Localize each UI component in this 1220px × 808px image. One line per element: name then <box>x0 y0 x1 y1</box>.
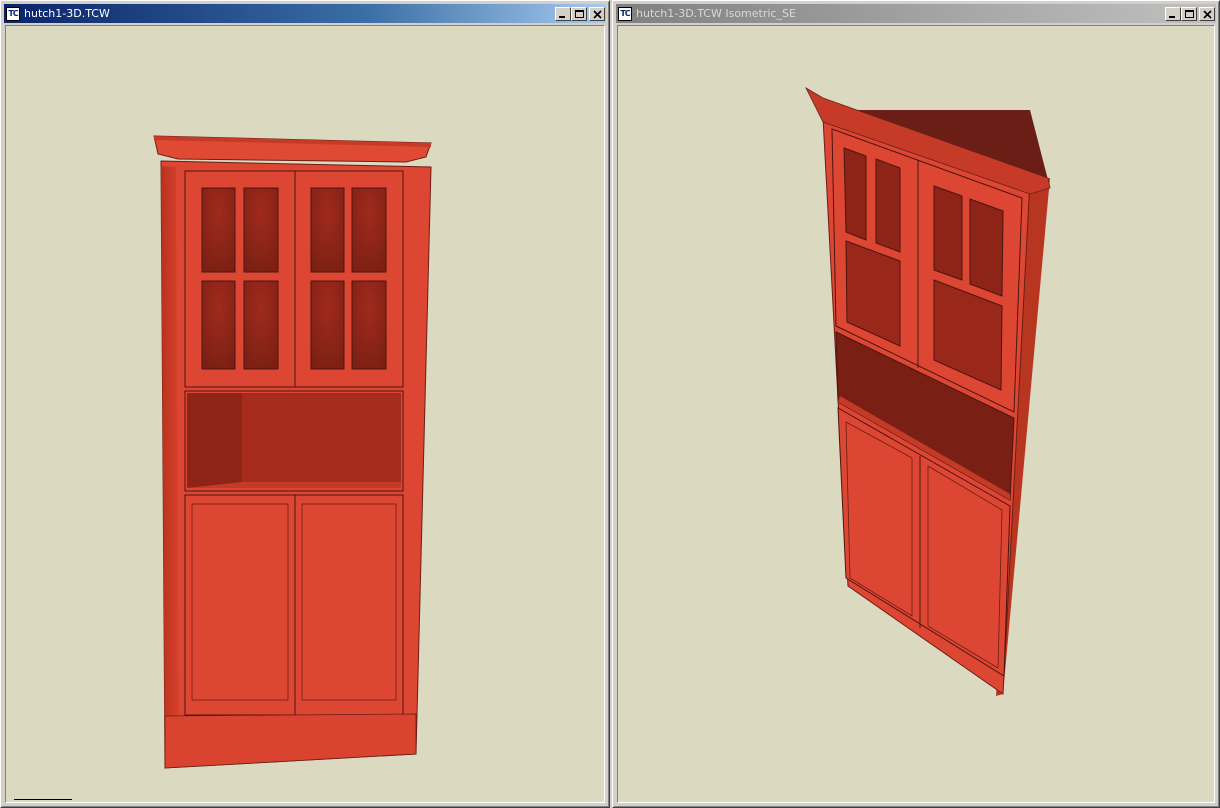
tc-app-icon[interactable]: TC <box>6 6 20 21</box>
maximize-icon <box>1185 9 1194 18</box>
window-title: hutch1-3D.TCW Isometric_SE <box>636 7 796 20</box>
hutch-front-render <box>153 135 432 769</box>
title-bar[interactable]: TC hutch1-3D.TCW Isometric_SE <box>616 4 1216 23</box>
minimize-icon <box>559 15 565 18</box>
minimize-button[interactable] <box>1165 6 1181 21</box>
maximize-button[interactable] <box>1181 6 1197 21</box>
maximize-icon <box>575 9 584 18</box>
minimize-button[interactable] <box>555 6 571 21</box>
window-isometric-view[interactable]: TC hutch1-3D.TCW Isometric_SE <box>612 0 1220 808</box>
maximize-button[interactable] <box>571 6 587 21</box>
close-button[interactable] <box>589 6 605 21</box>
status-line <box>14 799 72 800</box>
title-bar[interactable]: TC hutch1-3D.TCW <box>4 4 606 23</box>
viewport-front[interactable] <box>5 25 605 803</box>
minimize-icon <box>1169 15 1175 18</box>
close-icon <box>593 9 602 19</box>
hutch-isometric-render <box>805 86 1051 696</box>
viewport-isometric[interactable] <box>617 25 1215 803</box>
close-icon <box>1203 9 1212 19</box>
close-button[interactable] <box>1199 6 1215 21</box>
window-title: hutch1-3D.TCW <box>24 7 110 20</box>
window-front-view[interactable]: TC hutch1-3D.TCW <box>0 0 610 808</box>
tc-app-icon[interactable]: TC <box>618 6 632 21</box>
